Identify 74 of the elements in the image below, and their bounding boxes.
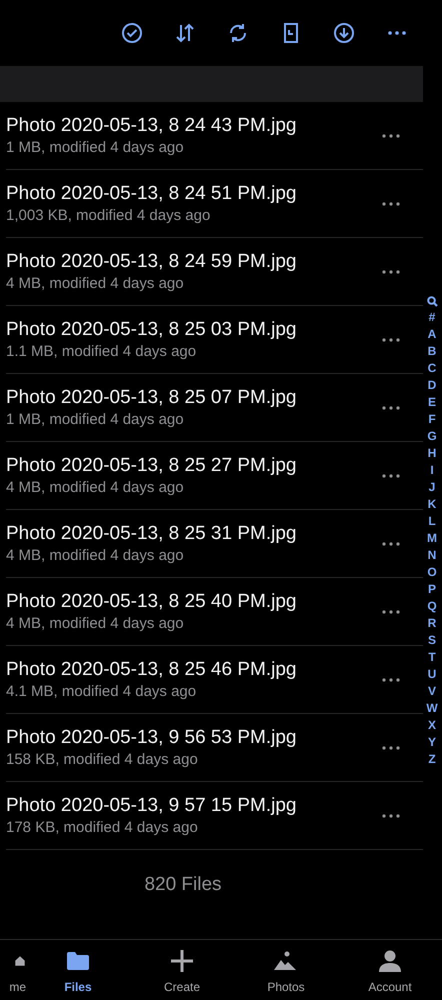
tab-button[interactable]: Account	[338, 940, 442, 1000]
index-letter[interactable]: M	[427, 530, 437, 547]
file-name[interactable]: Photo 2020-05-13, 8 24 51 PM.jpg	[6, 183, 296, 205]
index-letter[interactable]: L	[428, 513, 436, 530]
file-details: 1 MB, modified 4 days ago	[6, 411, 184, 428]
file-name[interactable]: Photo 2020-05-13, 8 25 27 PM.jpg	[6, 455, 296, 477]
select-icon	[120, 21, 144, 45]
tab-button[interactable]: Photos	[234, 940, 338, 1000]
more-icon	[388, 31, 406, 35]
file-name[interactable]: Photo 2020-05-13, 8 24 59 PM.jpg	[6, 251, 296, 273]
index-letter[interactable]: W	[426, 700, 438, 717]
tab-button[interactable]: Files	[26, 940, 130, 1000]
index-letter[interactable]: I	[430, 462, 434, 479]
more-icon	[382, 678, 400, 682]
file-name[interactable]: Photo 2020-05-13, 8 25 46 PM.jpg	[6, 659, 296, 681]
index-letter[interactable]: U	[428, 666, 436, 683]
tab-button[interactable]: me	[0, 940, 26, 1000]
index-letter[interactable]: D	[428, 377, 436, 394]
index-letter[interactable]: A	[428, 326, 436, 343]
file-name[interactable]: Photo 2020-05-13, 8 24 43 PM.jpg	[6, 115, 296, 137]
search-icon[interactable]	[426, 294, 438, 309]
file-name[interactable]: Photo 2020-05-13, 9 56 53 PM.jpg	[6, 727, 296, 749]
index-letter[interactable]: K	[428, 496, 436, 513]
folder-icon	[66, 951, 90, 971]
index-letter[interactable]: C	[428, 360, 436, 377]
index-letter[interactable]: Q	[427, 598, 437, 615]
download-icon	[332, 21, 356, 45]
index-letter[interactable]: X	[428, 717, 436, 734]
index-letter[interactable]: N	[428, 547, 436, 564]
file-details: 1.1 MB, modified 4 days ago	[6, 343, 196, 360]
more-icon	[382, 202, 400, 206]
index-letter[interactable]: S	[428, 632, 436, 649]
index-letter[interactable]: G	[427, 428, 437, 445]
index-letter[interactable]: R	[428, 615, 436, 632]
file-details: 158 KB, modified 4 days ago	[6, 751, 198, 768]
index-letter[interactable]: Z	[428, 751, 436, 768]
more-icon	[382, 270, 400, 274]
more-icon	[382, 610, 400, 614]
index-letter[interactable]: P	[428, 581, 436, 598]
file-details: 4 MB, modified 4 days ago	[6, 547, 184, 564]
file-name[interactable]: Photo 2020-05-13, 8 25 07 PM.jpg	[6, 387, 296, 409]
file-details: 4 MB, modified 4 days ago	[6, 479, 184, 496]
index-letter[interactable]: B	[428, 343, 436, 360]
file-name[interactable]: Photo 2020-05-13, 8 25 03 PM.jpg	[6, 319, 296, 341]
index-letter[interactable]: V	[428, 683, 436, 700]
person-icon	[378, 949, 402, 973]
file-count: 820 Files	[143, 874, 223, 896]
index-letter[interactable]: Y	[428, 734, 436, 751]
index-letter[interactable]: J	[428, 479, 436, 496]
file-details: 4 MB, modified 4 days ago	[6, 275, 184, 292]
more-icon	[382, 338, 400, 342]
tab-button[interactable]: Create	[130, 940, 234, 1000]
index-letter[interactable]: O	[427, 564, 437, 581]
more-icon	[382, 406, 400, 410]
more-icon	[382, 134, 400, 138]
file-name[interactable]: Photo 2020-05-13, 8 25 31 PM.jpg	[6, 523, 296, 545]
more-icon	[382, 746, 400, 750]
index-letter[interactable]: F	[428, 411, 436, 428]
index-letter[interactable]: T	[428, 649, 436, 666]
index-letter[interactable]: E	[428, 394, 436, 411]
file-details: 4.1 MB, modified 4 days ago	[6, 683, 196, 700]
more-icon	[382, 474, 400, 478]
index-letter[interactable]: H	[428, 445, 436, 462]
more-icon	[382, 542, 400, 546]
index-letter[interactable]: #	[428, 309, 436, 326]
more-icon	[382, 814, 400, 818]
plus-icon	[170, 949, 194, 973]
file-name[interactable]: Photo 2020-05-13, 9 57 15 PM.jpg	[6, 795, 296, 817]
file-name[interactable]: Photo 2020-05-13, 8 25 40 PM.jpg	[6, 591, 296, 613]
file-details: 4 MB, modified 4 days ago	[6, 615, 184, 632]
mountain-icon	[274, 950, 298, 972]
file-details: 1 MB, modified 4 days ago	[6, 139, 184, 156]
file-details: 178 KB, modified 4 days ago	[6, 819, 198, 836]
file-details: 1,003 KB, modified 4 days ago	[6, 207, 210, 224]
